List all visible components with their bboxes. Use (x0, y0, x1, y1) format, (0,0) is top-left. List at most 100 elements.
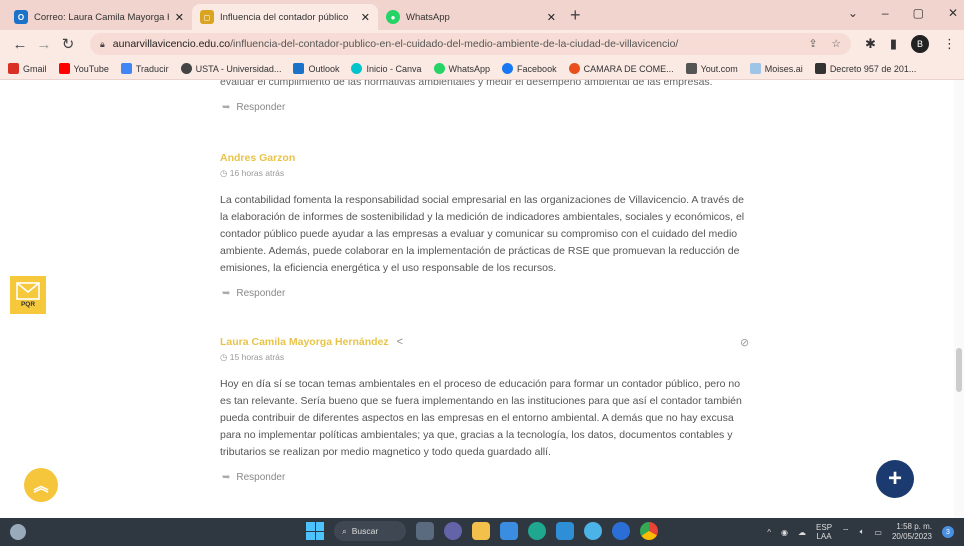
scrollbar-thumb[interactable] (956, 348, 962, 392)
edge-icon[interactable] (528, 522, 546, 540)
comment-time: ◷ 15 horas atrás (220, 352, 284, 363)
bookmark-gmail[interactable]: Gmail (8, 63, 47, 74)
menu-icon[interactable]: ⋮ (943, 36, 956, 52)
taskbar: ⌕ Buscar ^ ◉ ☁ ESP LAA ⌔ 🔈︎ ▭ 1:58 p. m.… (0, 518, 964, 546)
bookmark-label: Outlook (308, 63, 340, 74)
app-icon[interactable] (584, 522, 602, 540)
notification-badge[interactable]: 3 (942, 526, 954, 538)
bookmark-label: Decreto 957 de 201... (829, 63, 917, 74)
yout-icon (685, 63, 697, 74)
minimize-button[interactable]: – (882, 6, 889, 20)
tab-title: WhatsApp (406, 11, 450, 23)
globe-icon (180, 63, 192, 74)
close-icon[interactable]: ✕ (547, 11, 556, 24)
file-explorer-icon[interactable] (472, 522, 490, 540)
camara-icon (568, 63, 580, 74)
cloud-icon[interactable]: ☁ (798, 528, 806, 537)
whatsapp-icon: ● (386, 10, 400, 24)
chat-icon[interactable] (444, 522, 462, 540)
reply-label: Responder (236, 288, 286, 299)
reload-icon[interactable]: ↻ (56, 35, 80, 53)
bookmark-traducir[interactable]: Traducir (120, 63, 169, 74)
tab-active-article[interactable]: ◻ Influencia del contador público ✕ (192, 4, 378, 30)
tab-outlook[interactable]: O Correo: Laura Camila Mayorga H ✕ (6, 4, 192, 30)
page-content: evaluar el cumplimiento de las normativa… (0, 80, 964, 518)
whatsapp-icon (433, 63, 445, 74)
task-view-icon[interactable] (416, 522, 434, 540)
close-icon[interactable]: ✕ (175, 11, 184, 24)
close-icon[interactable]: ✕ (361, 11, 370, 24)
reply-button[interactable]: ➥ Responder (222, 288, 285, 299)
maximize-button[interactable]: ▢ (913, 6, 924, 20)
bookmark-outlook[interactable]: Outlook (293, 63, 339, 74)
avatar[interactable]: B (911, 35, 929, 53)
reply-button[interactable]: ➥ Responder (222, 102, 285, 113)
comment-body: Hoy en día sí se tocan temas ambientales… (220, 378, 742, 458)
window-controls: ⌄ – ▢ ✕ (848, 6, 958, 20)
app-icon[interactable] (612, 522, 630, 540)
scrollbar[interactable] (954, 80, 964, 518)
chrome-icon[interactable] (640, 522, 658, 540)
share-icon[interactable]: ⇪ (809, 38, 818, 50)
comment-author[interactable]: Laura Camila Mayorga Hernández < (220, 336, 403, 348)
plus-icon: + (887, 465, 902, 492)
windows-start-icon[interactable] (306, 522, 324, 540)
pqr-label: PQR (20, 301, 36, 308)
close-window-button[interactable]: ✕ (948, 6, 958, 20)
share-icon[interactable]: < (397, 336, 403, 348)
site-icon: ◻ (200, 10, 214, 24)
new-tab-button[interactable]: + (564, 5, 591, 30)
comment-author[interactable]: Andres Garzon (220, 152, 295, 164)
attachment-icon[interactable]: ⊘ (740, 336, 749, 349)
bookmark-moises[interactable]: Moises.ai (749, 63, 803, 74)
bookmark-facebook[interactable]: Facebook (502, 63, 557, 74)
search-icon: ⌕ (342, 525, 347, 536)
language-indicator[interactable]: ESP LAA (816, 523, 832, 541)
back-icon[interactable]: ← (8, 36, 32, 53)
reply-icon: ➥ (222, 288, 231, 299)
bookmark-star-icon[interactable]: ☆ (832, 38, 841, 50)
clock[interactable]: 1:58 p. m. 20/05/2023 (892, 522, 932, 542)
bookmark-decreto[interactable]: Decreto 957 de 201... (814, 63, 917, 74)
clock-icon: ◷ (220, 352, 228, 362)
photos-icon[interactable] (556, 522, 574, 540)
time-text: 16 horas atrás (229, 168, 285, 178)
pqr-button[interactable]: PQR (10, 276, 46, 314)
bookmark-canva[interactable]: Inicio - Canva (351, 63, 422, 74)
volume-icon[interactable]: 🔈︎ (860, 527, 865, 537)
add-button[interactable]: + (876, 460, 914, 498)
store-icon[interactable] (500, 522, 518, 540)
lock-icon[interactable]: 🔒︎ (100, 39, 105, 50)
double-chevron-up-icon: ︽ (33, 477, 49, 495)
bookmark-youtube[interactable]: YouTube (58, 63, 109, 74)
address-bar[interactable]: 🔒︎ aunarvillavicencio.edu.co /influencia… (90, 33, 851, 55)
chevron-up-icon[interactable]: ^ (767, 528, 771, 537)
taskbar-search[interactable]: ⌕ Buscar (334, 521, 406, 541)
extensions-icon[interactable]: ✱ (865, 36, 876, 52)
weather-icon[interactable] (10, 524, 26, 540)
bookmark-label: Traducir (135, 63, 169, 74)
bookmark-yout[interactable]: Yout.com (685, 63, 738, 74)
outlook-icon (293, 63, 305, 74)
forward-icon[interactable]: → (32, 36, 56, 53)
tab-search-button[interactable]: ⌄ (848, 6, 858, 20)
tab-whatsapp[interactable]: ● WhatsApp ✕ (378, 4, 564, 30)
author-name: Andres Garzon (220, 152, 296, 164)
lang-bottom: LAA (816, 532, 832, 541)
canva-icon (351, 63, 363, 74)
bookmark-whatsapp[interactable]: WhatsApp (433, 63, 491, 74)
gmail-icon (8, 63, 19, 74)
bookmark-camara[interactable]: CAMARA DE COME... (568, 63, 674, 74)
moises-icon (749, 63, 761, 74)
scroll-to-top-button[interactable]: ︽ (24, 468, 58, 502)
tray-app-icon[interactable]: ◉ (781, 528, 788, 537)
search-label: Buscar (351, 526, 379, 536)
tab-title: Correo: Laura Camila Mayorga H (34, 11, 169, 23)
sidepanel-icon[interactable]: ▮ (890, 36, 897, 52)
bookmark-usta[interactable]: USTA - Universidad... (180, 63, 281, 74)
bookmark-label: WhatsApp (448, 63, 491, 74)
reply-button[interactable]: ➥ Responder (222, 472, 285, 483)
battery-icon[interactable]: ▭ (874, 528, 882, 537)
wifi-icon[interactable]: ⌔ (842, 527, 850, 537)
reply-icon: ➥ (222, 472, 231, 483)
